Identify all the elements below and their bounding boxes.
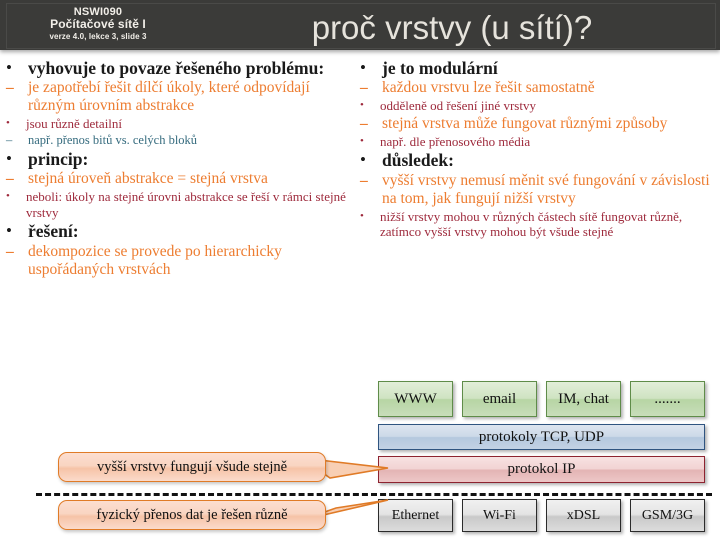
right-bullet-column: • je to modulární – každou vrstvu lze řešit… [360, 58, 716, 241]
bullet-item-level-3: • nižší vrstvy mohou v různých částech sí… [360, 209, 716, 240]
stack-box-im-chat[interactable]: IM, chat [546, 381, 621, 417]
bullet-text: stejná úroveň abstrakce = stejná vrstva [28, 170, 268, 188]
course-name: Počítačové sítě I [50, 17, 146, 32]
bullet-marker-icon: – [6, 242, 14, 260]
bullet-item-level-2: – vyšší vrstvy nemusí měnit své fungování… [360, 172, 716, 208]
bullet-text: dekompozice se provede po hierarchicky u… [28, 242, 282, 278]
bullet-marker-icon: • [360, 99, 364, 112]
bullet-item-level-1: • princip: [6, 149, 358, 169]
bullet-marker-icon: • [360, 58, 366, 77]
bullet-marker-icon: • [360, 150, 366, 170]
bullet-item-level-3: • odděleně od řešení jiné vrstvy [360, 98, 716, 114]
bullet-item-level-1: • důsledek: [360, 150, 716, 170]
bullet-marker-icon: • [6, 58, 12, 77]
bullet-item-level-2: – dekompozice se provede po hierarchicky … [6, 243, 358, 279]
bullet-marker-icon: • [360, 209, 364, 222]
page-title: proč vrstvy (u sítí)? [311, 9, 593, 46]
slide-header: NSWI090 Počítačové sítě I verze 4.0, lek… [0, 0, 720, 50]
bullet-marker-icon: • [6, 221, 12, 241]
bullet-marker-icon: • [360, 134, 364, 147]
bullet-marker-icon: – [6, 79, 14, 97]
bullet-text: vyhovuje to povaze řešeného problému: [28, 58, 325, 78]
bullet-marker-icon: – [360, 79, 368, 97]
bullet-item-level-1: • řešení: [6, 221, 358, 241]
bullet-item-level-1: • vyhovuje to povaze řešeného problému: [6, 58, 358, 78]
stack-box-www[interactable]: WWW [378, 381, 453, 417]
bullet-text: stejná vrstva může fungovat různými způs… [382, 114, 668, 132]
stack-box-network[interactable]: protokol IP [378, 456, 705, 483]
bullet-item-level-3: • neboli: úkoly na stejné úrovni abstrakc… [6, 189, 358, 220]
bullet-marker-icon: • [6, 190, 10, 203]
stack-box-wifi[interactable]: Wi-Fi [462, 499, 537, 532]
bullet-marker-icon: • [6, 148, 12, 168]
left-bullet-column: • vyhovuje to povaze řešeného problému: – j… [6, 58, 358, 280]
bullet-text: jsou různě detailní [26, 116, 123, 132]
bullet-text: nižší vrstvy mohou v různých částech sít… [380, 208, 683, 240]
bullet-text: např. dle přenosového média [380, 133, 531, 149]
stack-box-transport[interactable]: protokoly TCP, UDP [378, 424, 705, 450]
bullet-marker-icon: – [6, 132, 13, 147]
bullet-text: důsledek: [382, 150, 454, 171]
right-bullet-list: • je to modulární – každou vrstvu lze řešit… [360, 58, 716, 240]
bullet-marker-icon: – [360, 114, 368, 132]
stack-box-gsm-3g[interactable]: GSM/3G [630, 499, 705, 532]
bullet-item-level-3: • např. dle přenosového média [360, 134, 716, 150]
bullet-text: je zapotřebí řešit dílčí úkoly, které od… [28, 79, 310, 115]
bullet-item-level-3: • jsou různě detailní [6, 116, 358, 132]
bullet-text: každou vrstvu lze řešit samostatně [382, 79, 595, 97]
bullet-item-level-4: – např. přenos bitů vs. celých bloků [6, 133, 358, 148]
bullet-text: řešení: [28, 221, 79, 242]
left-bullet-list: • vyhovuje to povaze řešeného problému: – j… [6, 58, 358, 279]
callout-upper-layers[interactable]: vyšší vrstvy fungují všude stejně [58, 452, 326, 482]
bullet-text: je to modulární [382, 58, 498, 78]
bullet-text: princip: [28, 148, 89, 169]
stack-box-other-apps[interactable]: ....... [630, 381, 705, 417]
bullet-text: např. přenos bitů vs. celých bloků [28, 132, 198, 147]
bullet-item-level-2: – stejná úroveň abstrakce = stejná vrstva [6, 170, 358, 188]
bullet-marker-icon: – [360, 171, 368, 189]
bullet-text: neboli: úkoly na stejné úrovni abstrakce… [26, 189, 346, 220]
bullet-item-level-2: – každou vrstvu lze řešit samostatně [360, 79, 716, 97]
bullet-marker-icon: – [6, 170, 14, 188]
stack-box-xdsl[interactable]: xDSL [546, 499, 621, 532]
stack-box-email[interactable]: email [462, 381, 537, 417]
bullet-text: vyšší vrstvy nemusí měnit své fungování … [382, 171, 710, 207]
slide-version-line: verze 4.0, lekce 3, slide 3 [49, 31, 147, 41]
header-inner-frame: NSWI090 Počítačové sítě I verze 4.0, lek… [6, 3, 716, 49]
bullet-item-level-1: • je to modulární [360, 58, 716, 78]
bullet-item-level-2: – stejná vrstva může fungovat různými způ… [360, 115, 716, 133]
course-identity-block: NSWI090 Počítačové sítě I verze 4.0, lek… [23, 6, 173, 42]
bullet-item-level-2: – je zapotřebí řešit dílčí úkoly, které o… [6, 79, 358, 115]
bullet-text: odděleně od řešení jiné vrstvy [380, 98, 536, 114]
bullet-marker-icon: • [6, 117, 10, 130]
callout-physical-transfer[interactable]: fyzický přenos dat je řešen různě [58, 500, 326, 530]
